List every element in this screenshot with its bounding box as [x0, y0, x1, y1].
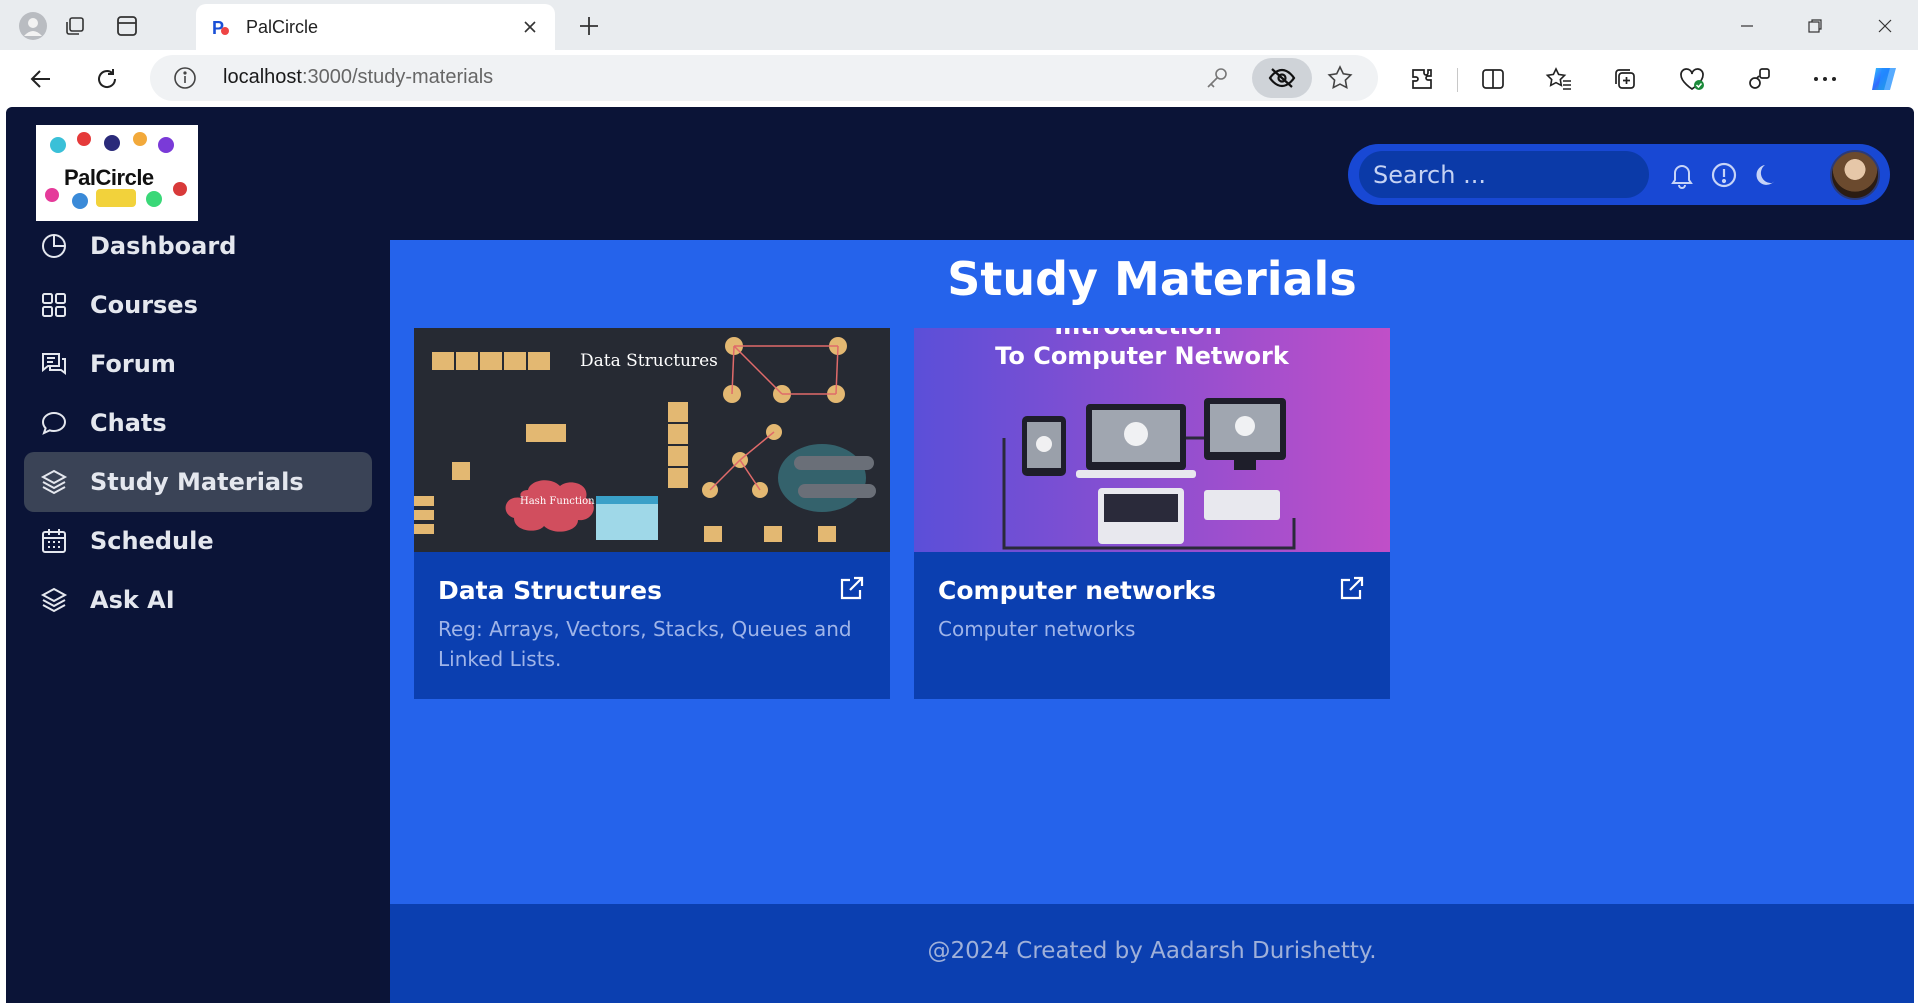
sidebar-item-schedule[interactable]: Schedule — [24, 511, 372, 571]
browser-nav-bar: localhost:3000/study-materials — [0, 50, 1918, 107]
favorites-icon[interactable] — [1540, 60, 1578, 98]
site-info-icon[interactable] — [172, 65, 198, 91]
sidebar-item-study-materials[interactable]: Study Materials — [24, 452, 372, 512]
forum-icon — [42, 353, 66, 375]
close-window-icon[interactable] — [1865, 8, 1905, 44]
chat-bubble-icon — [41, 411, 67, 435]
footer-text: @2024 Created by Aadarsh Durishetty. — [927, 938, 1377, 964]
footer: @2024 Created by Aadarsh Durishetty. — [390, 904, 1914, 1003]
browser-tab-bar: P PalCircle — [0, 0, 1918, 50]
palcircle-favicon-icon: P — [210, 16, 232, 38]
favorite-star-icon[interactable] — [1326, 64, 1354, 92]
copilot-icon[interactable] — [1866, 60, 1904, 98]
pie-chart-icon — [42, 234, 66, 258]
card-title[interactable]: Data Structures — [438, 576, 662, 605]
logo-text: PalCircle — [64, 165, 154, 190]
external-link-icon[interactable] — [1338, 574, 1366, 602]
profile-icon[interactable] — [16, 9, 50, 43]
sidebar-item-label: Courses — [90, 291, 198, 319]
card-title[interactable]: Computer networks — [938, 576, 1216, 605]
active-tab[interactable]: P PalCircle — [196, 4, 555, 50]
sidebar-item-label: Study Materials — [90, 468, 304, 496]
info-icon[interactable] — [1708, 159, 1740, 191]
address-bar[interactable]: localhost:3000/study-materials — [150, 55, 1378, 101]
page-title: Study Materials — [947, 252, 1357, 306]
study-material-card[interactable]: Data Structures Hash Function Data Struc… — [414, 328, 890, 699]
grid-icon — [42, 293, 66, 317]
svg-text:P: P — [212, 18, 224, 38]
extensions-icon[interactable] — [1403, 60, 1441, 98]
url-host: localhost — [223, 66, 302, 88]
split-screen-icon[interactable] — [1474, 60, 1512, 98]
sidebar-item-courses[interactable]: Courses — [24, 275, 372, 335]
performance-icon[interactable] — [1740, 60, 1778, 98]
moon-icon[interactable] — [1750, 159, 1782, 191]
more-options-icon[interactable] — [1806, 60, 1844, 98]
palcircle-logo[interactable]: PalCircle — [36, 125, 198, 221]
sidebar-item-label: Ask AI — [90, 586, 175, 614]
tracking-prevention-icon[interactable] — [1252, 58, 1312, 98]
collections-icon[interactable] — [1606, 60, 1644, 98]
thumbnail-label: Data Structures — [580, 351, 718, 371]
sidebar-item-label: Dashboard — [90, 232, 237, 260]
study-material-card[interactable]: Introduction To Computer Network Compute… — [914, 328, 1390, 699]
reload-icon[interactable] — [88, 60, 126, 98]
thumbnail-label-line1: Introduction — [1054, 328, 1222, 340]
url-text[interactable]: localhost:3000/study-materials — [223, 66, 493, 89]
app-root: PalCircle Dashboard Courses Forum Chats … — [6, 107, 1914, 1003]
key-icon[interactable] — [1204, 65, 1230, 91]
sidebar-item-forum[interactable]: Forum — [24, 334, 372, 394]
workspaces-icon[interactable] — [58, 9, 92, 43]
main-content: Study Materials Data Structures Hash Fun… — [390, 240, 1914, 904]
sidebar-item-chats[interactable]: Chats — [24, 393, 372, 453]
calendar-icon — [42, 529, 66, 553]
restore-icon[interactable] — [1795, 8, 1835, 44]
sidebar-item-label: Chats — [90, 409, 167, 437]
toolbar-separator — [1457, 68, 1458, 92]
tab-title: PalCircle — [246, 17, 319, 37]
card-description: Reg: Arrays, Vectors, Stacks, Queues and… — [438, 617, 852, 671]
sidebar-item-ask-ai[interactable]: Ask AI — [24, 570, 372, 630]
new-tab-icon[interactable] — [572, 9, 606, 43]
browser-essentials-icon[interactable] — [1673, 60, 1711, 98]
computer-networks-thumbnail: Introduction To Computer Network — [914, 328, 1390, 552]
card-description: Computer networks — [938, 617, 1136, 641]
header-toolbar — [1348, 144, 1890, 205]
sidebar-item-dashboard[interactable]: Dashboard — [24, 216, 372, 276]
search-input[interactable] — [1359, 151, 1649, 198]
url-path: :3000/study-materials — [301, 66, 494, 88]
thumbnail-label-line2: To Computer Network — [995, 342, 1290, 370]
bell-icon[interactable] — [1666, 159, 1698, 191]
tab-actions-icon[interactable] — [110, 9, 144, 43]
layers-icon — [40, 469, 68, 495]
external-link-icon[interactable] — [838, 574, 866, 602]
layers-icon — [40, 587, 68, 613]
back-icon[interactable] — [22, 60, 60, 98]
thumbnail-tag: Hash Function — [520, 496, 595, 507]
sidebar-item-label: Schedule — [90, 527, 214, 555]
close-tab-icon[interactable] — [517, 14, 543, 40]
avatar[interactable] — [1830, 150, 1880, 200]
data-structures-thumbnail: Data Structures Hash Function — [414, 328, 890, 552]
sidebar-item-label: Forum — [90, 350, 176, 378]
minimize-icon[interactable] — [1727, 8, 1767, 44]
